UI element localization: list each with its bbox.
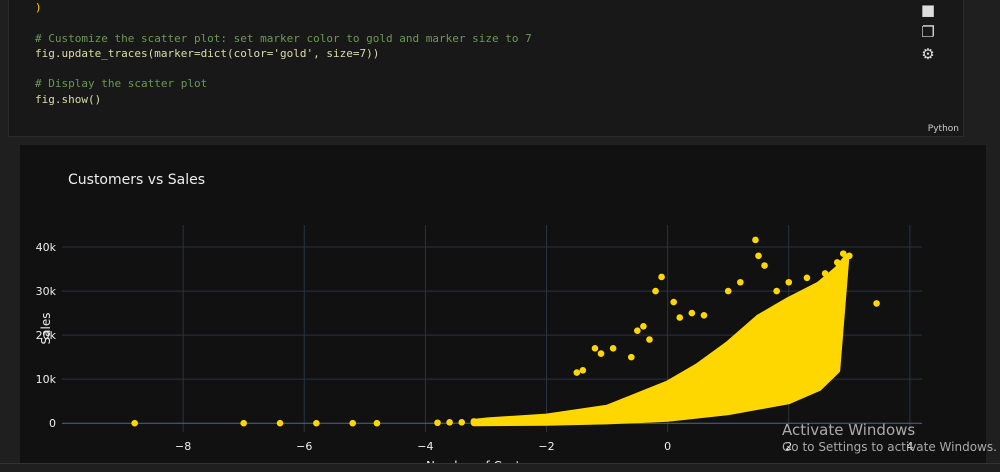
code-cell[interactable]: ) # Customize the scatter plot: set mark… xyxy=(8,0,964,137)
code-line: fig.show() xyxy=(35,92,102,106)
data-point xyxy=(773,287,780,295)
x-tick-label: 0 xyxy=(664,440,671,453)
data-point xyxy=(658,273,665,281)
code-line: ) xyxy=(35,1,42,14)
x-tick-label: −6 xyxy=(296,440,312,453)
data-point xyxy=(755,252,762,260)
data-point xyxy=(821,270,829,277)
scatter-plot[interactable]: −8−6−4−2024010k20k30k40kNumber of Custom… xyxy=(20,145,986,463)
y-tick-label: 40k xyxy=(36,241,57,254)
data-point xyxy=(573,369,581,376)
data-point xyxy=(434,419,441,427)
gear-icon[interactable]: ⚙ xyxy=(920,46,936,62)
data-point xyxy=(597,350,605,357)
activate-windows-title: Activate Windows xyxy=(782,421,916,439)
data-point xyxy=(833,259,841,266)
data-point xyxy=(470,418,478,425)
data-point xyxy=(700,311,708,319)
data-point xyxy=(724,287,732,295)
data-point xyxy=(446,419,453,426)
data-point xyxy=(646,336,653,343)
y-axis-label: Sales xyxy=(39,313,53,345)
data-point xyxy=(349,419,357,427)
data-point xyxy=(688,309,696,317)
code-line: fig.update_traces(marker=dict(color='gol… xyxy=(35,46,380,60)
y-tick-label: 10k xyxy=(36,373,57,386)
x-tick-label: −4 xyxy=(417,440,433,453)
data-point xyxy=(634,327,641,335)
data-point xyxy=(670,298,677,306)
code-line: # Customize the scatter plot: set marker… xyxy=(35,31,532,45)
code-editor[interactable]: ) # Customize the scatter plot: set mark… xyxy=(35,0,532,107)
y-tick-label: 0 xyxy=(49,417,56,430)
data-point xyxy=(579,367,587,374)
copy-icon[interactable]: ❐ xyxy=(920,24,936,40)
x-tick-label: −2 xyxy=(538,440,554,453)
data-point xyxy=(737,278,744,286)
data-point xyxy=(313,419,320,427)
data-point xyxy=(676,314,684,321)
data-point xyxy=(640,322,647,330)
data-point xyxy=(785,278,793,286)
data-point xyxy=(652,287,659,295)
plot-output: Customers vs Sales −8 −6 −4 −2 0 2 4 0 10k 20k 30k… xyxy=(20,145,986,463)
video-icon[interactable]: ■ xyxy=(920,2,936,18)
data-point xyxy=(591,345,599,352)
data-point xyxy=(752,236,759,244)
data-point xyxy=(803,274,811,282)
y-tick-label: 30k xyxy=(36,285,57,298)
data-point xyxy=(839,250,847,257)
x-tick-label: −8 xyxy=(175,440,191,453)
cell-toolbar: ■ ❐ ⚙ xyxy=(920,2,940,68)
data-point xyxy=(873,300,880,307)
data-point xyxy=(276,419,284,427)
data-point xyxy=(761,262,768,269)
activate-windows-subtitle: Go to Settings to activate Windows. xyxy=(782,440,997,454)
data-point xyxy=(131,419,138,427)
data-point xyxy=(846,252,853,260)
data-point xyxy=(373,419,381,427)
language-label[interactable]: Python xyxy=(928,124,959,134)
data-point xyxy=(240,419,247,427)
data-point xyxy=(609,345,617,352)
data-point xyxy=(627,353,635,361)
code-line: # Display the scatter plot xyxy=(35,77,208,91)
data-point xyxy=(458,419,466,426)
